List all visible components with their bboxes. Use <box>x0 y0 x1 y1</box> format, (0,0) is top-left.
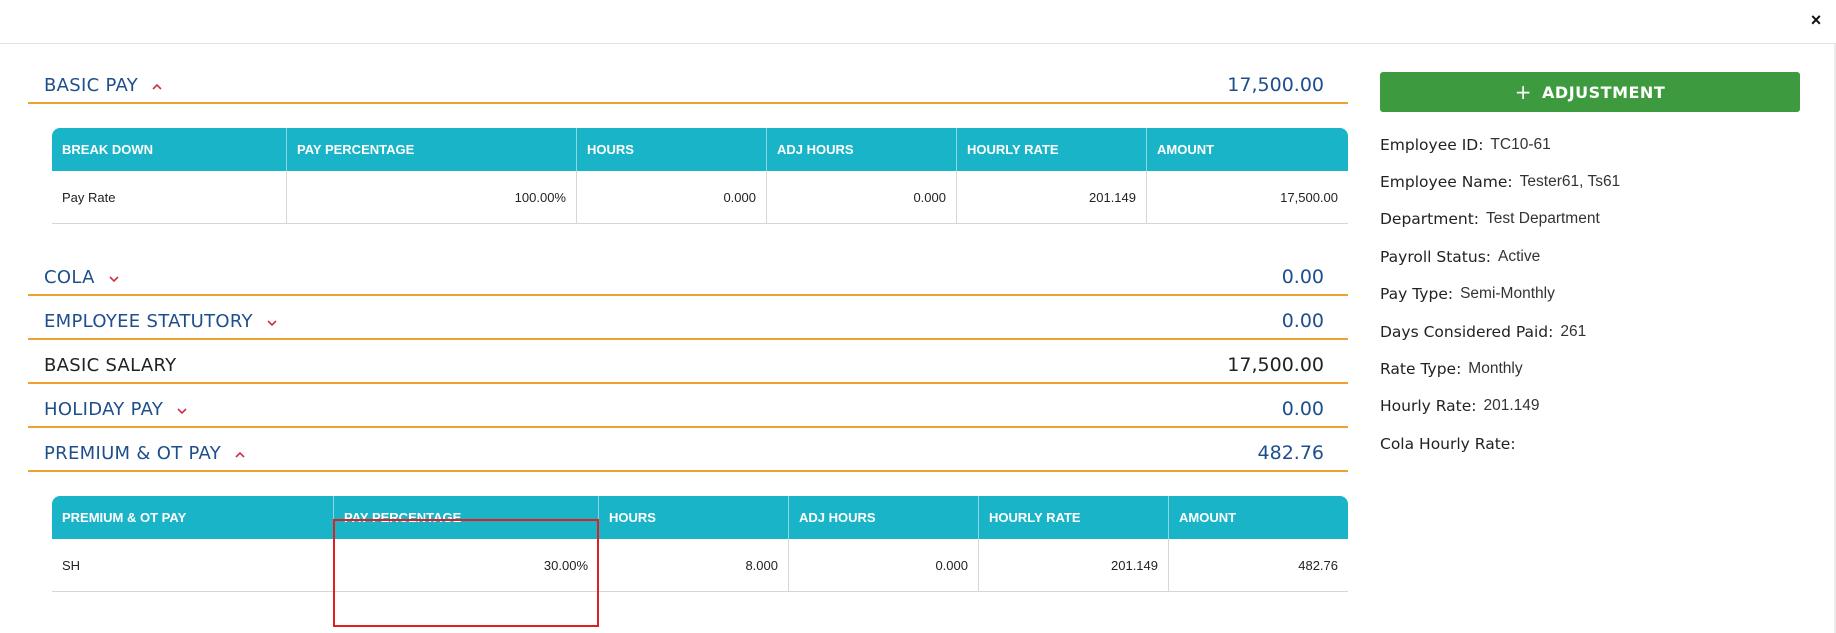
section-title: BASIC PAY <box>44 75 139 96</box>
section-holiday-pay[interactable]: HOLIDAY PAY 0.00 <box>28 384 1348 428</box>
info-label: Rate Type: <box>1380 360 1462 379</box>
section-basic-salary: BASIC SALARY 17,500.00 <box>28 340 1348 384</box>
column-header: HOURLY RATE <box>957 128 1147 171</box>
section-amount: 17,500.00 <box>1227 74 1324 96</box>
section-premium-ot-pay[interactable]: PREMIUM & OT PAY 482.76 <box>28 428 1348 472</box>
table-row: SH 30.00% 8.000 0.000 201.149 482.76 <box>52 539 1348 592</box>
info-value: Active <box>1498 247 1541 265</box>
section-cola[interactable]: COLA 0.00 <box>28 252 1348 296</box>
section-amount: 0.00 <box>1281 398 1324 420</box>
section-title: EMPLOYEE STATUTORY <box>44 311 253 332</box>
table-header-row: BREAK DOWN PAY PERCENTAGE HOURS ADJ HOUR… <box>52 128 1348 171</box>
info-value: Test Department <box>1486 210 1600 228</box>
info-label: Days Considered Paid: <box>1380 322 1554 341</box>
info-value: 261 <box>1560 322 1587 340</box>
info-payroll-status: Payroll Status: Active <box>1380 238 1800 275</box>
column-header: ADJ HOURS <box>767 128 957 171</box>
adjustment-label: ADJUSTMENT <box>1542 82 1666 102</box>
column-header: PAY PERCENTAGE <box>334 496 599 539</box>
info-department: Department: Test Department <box>1380 201 1800 238</box>
info-hourly-rate: Hourly Rate: 201.149 <box>1380 388 1800 425</box>
info-label: Cola Hourly Rate: <box>1380 434 1516 453</box>
info-label: Employee ID: <box>1380 135 1484 154</box>
employee-sidebar: + ADJUSTMENT Employee ID: TC10-61 Employ… <box>1380 72 1800 463</box>
table-cell: 482.76 <box>1169 539 1348 592</box>
chevron-up-icon[interactable] <box>233 448 247 462</box>
table-cell: 17,500.00 <box>1147 171 1348 224</box>
info-value: Tester61, Ts61 <box>1519 173 1621 191</box>
table-cell: Pay Rate <box>52 171 287 224</box>
employee-info-list: Employee ID: TC10-61 Employee Name: Test… <box>1380 126 1800 463</box>
table-cell: 0.000 <box>789 539 979 592</box>
modal-header: × <box>0 0 1836 44</box>
chevron-up-icon[interactable] <box>150 80 164 94</box>
add-adjustment-button[interactable]: + ADJUSTMENT <box>1380 72 1800 112</box>
section-amount: 0.00 <box>1281 310 1324 332</box>
chevron-down-icon[interactable] <box>107 272 121 286</box>
table-cell: 8.000 <box>599 539 789 592</box>
section-amount: 0.00 <box>1281 266 1324 288</box>
info-label: Hourly Rate: <box>1380 397 1477 416</box>
section-amount: 17,500.00 <box>1227 354 1324 376</box>
section-amount: 482.76 <box>1257 442 1324 464</box>
premium-ot-pay-table: PREMIUM & OT PAY PAY PERCENTAGE HOURS AD… <box>52 496 1348 592</box>
table-cell: 30.00% <box>334 539 599 592</box>
chevron-down-icon[interactable] <box>175 404 189 418</box>
table-cell: 201.149 <box>979 539 1169 592</box>
table-cell: 100.00% <box>287 171 577 224</box>
info-label: Payroll Status: <box>1380 247 1491 266</box>
column-header: HOURS <box>577 128 767 171</box>
table-cell: 201.149 <box>957 171 1147 224</box>
info-value: Monthly <box>1468 360 1523 378</box>
info-value: TC10-61 <box>1490 135 1551 153</box>
column-header: HOURS <box>599 496 789 539</box>
info-label: Pay Type: <box>1380 285 1454 304</box>
table-cell: 0.000 <box>767 171 957 224</box>
info-value: Semi-Monthly <box>1460 285 1555 303</box>
column-header: ADJ HOURS <box>789 496 979 539</box>
info-label: Employee Name: <box>1380 173 1513 192</box>
info-label: Department: <box>1380 210 1480 229</box>
table-cell: 0.000 <box>577 171 767 224</box>
column-header: PREMIUM & OT PAY <box>52 496 334 539</box>
column-header: AMOUNT <box>1147 128 1348 171</box>
info-cola-hourly-rate: Cola Hourly Rate: <box>1380 425 1800 462</box>
table-cell: SH <box>52 539 334 592</box>
info-value: 201.149 <box>1483 397 1540 415</box>
plus-icon: + <box>1514 80 1533 104</box>
chevron-down-icon[interactable] <box>265 316 279 330</box>
table-row: Pay Rate 100.00% 0.000 0.000 201.149 17,… <box>52 171 1348 224</box>
info-employee-id: Employee ID: TC10-61 <box>1380 126 1800 163</box>
basic-pay-table: BREAK DOWN PAY PERCENTAGE HOURS ADJ HOUR… <box>52 128 1348 224</box>
info-pay-type: Pay Type: Semi-Monthly <box>1380 276 1800 313</box>
column-header: BREAK DOWN <box>52 128 287 171</box>
section-employee-statutory[interactable]: EMPLOYEE STATUTORY 0.00 <box>28 296 1348 340</box>
section-title: HOLIDAY PAY <box>44 399 164 420</box>
column-header: AMOUNT <box>1169 496 1348 539</box>
info-days-considered-paid: Days Considered Paid: 261 <box>1380 313 1800 350</box>
payroll-breakdown: BASIC PAY 17,500.00 BREAK DOWN PAY PERCE… <box>28 60 1348 592</box>
section-title: COLA <box>44 267 95 288</box>
table-header-row: PREMIUM & OT PAY PAY PERCENTAGE HOURS AD… <box>52 496 1348 539</box>
section-basic-pay[interactable]: BASIC PAY 17,500.00 <box>28 60 1348 104</box>
column-header: PAY PERCENTAGE <box>287 128 577 171</box>
section-title: PREMIUM & OT PAY <box>44 443 222 464</box>
info-rate-type: Rate Type: Monthly <box>1380 350 1800 387</box>
column-header: HOURLY RATE <box>979 496 1169 539</box>
close-icon[interactable]: × <box>1806 10 1826 30</box>
info-employee-name: Employee Name: Tester61, Ts61 <box>1380 163 1800 200</box>
section-title: BASIC SALARY <box>44 355 177 376</box>
